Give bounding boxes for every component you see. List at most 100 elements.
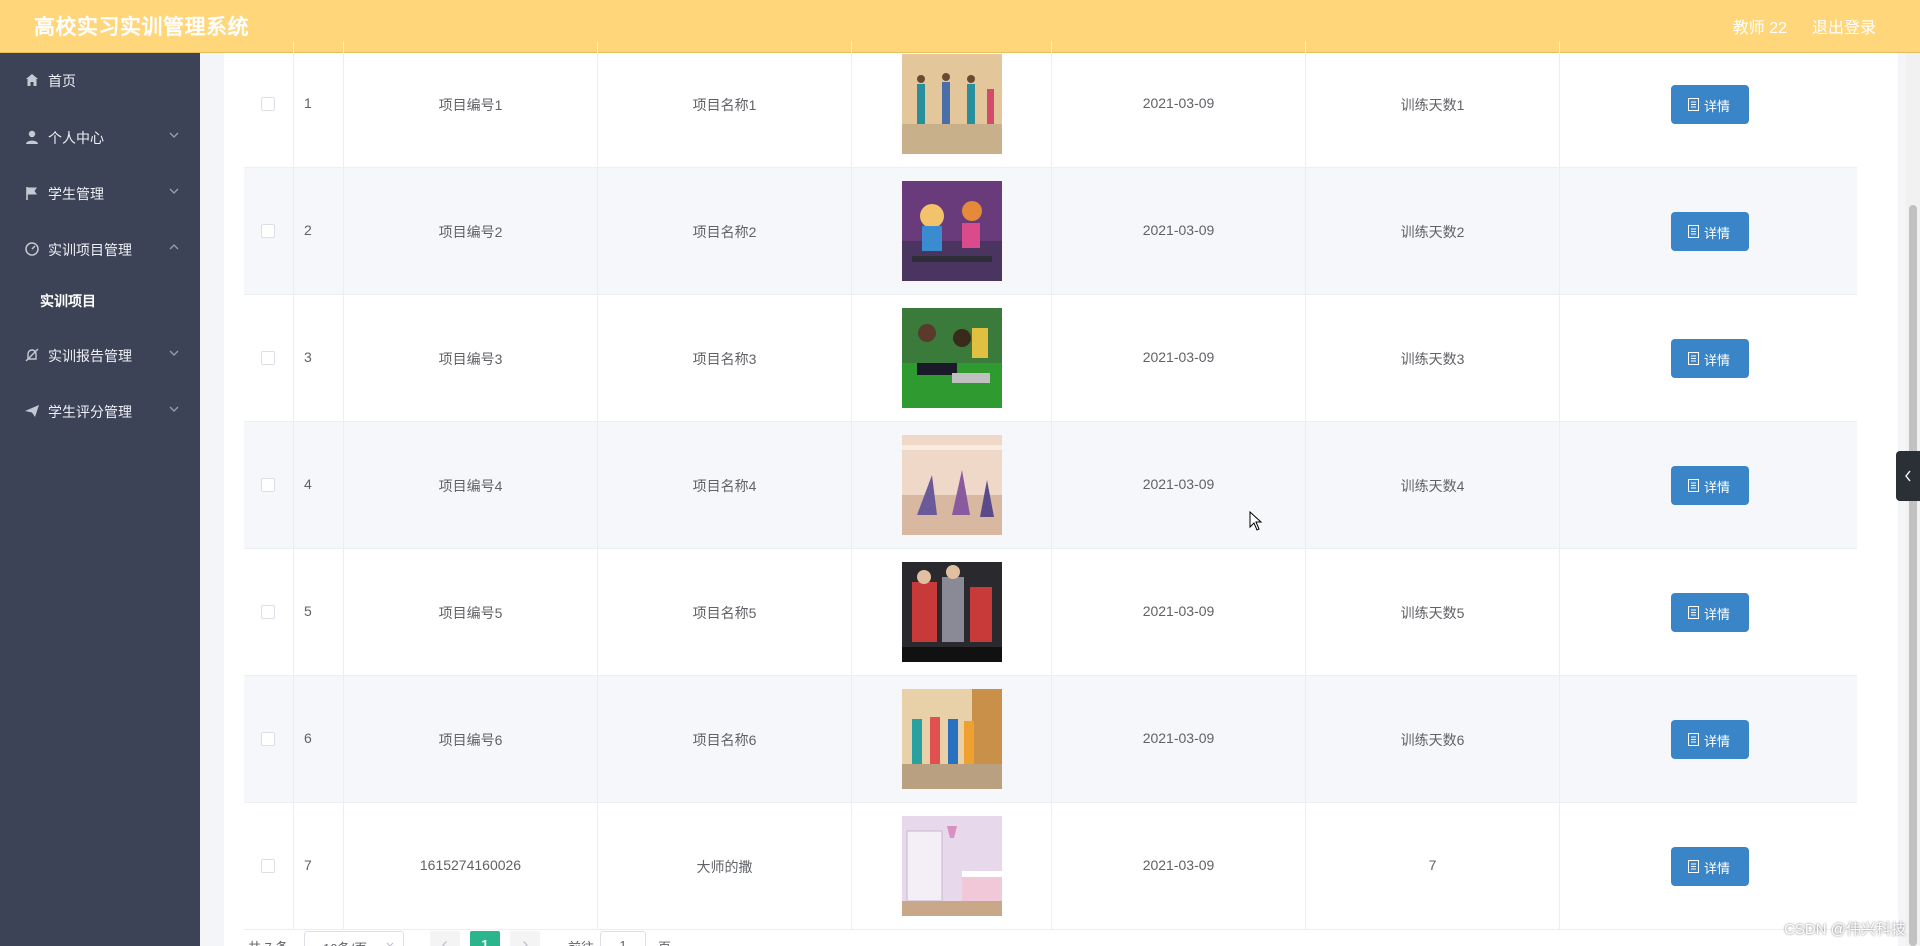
- project-code: 项目编号2: [438, 224, 503, 240]
- goto-label: 前往: [568, 937, 594, 946]
- code-cell: 项目编号6: [344, 676, 598, 803]
- training-days: 训练天数1: [1400, 97, 1465, 113]
- logout-link[interactable]: 退出登录: [1812, 14, 1876, 38]
- document-icon: [1688, 733, 1699, 746]
- chevron-left-icon: [1905, 470, 1911, 482]
- days-cell: 训练天数2: [1306, 168, 1560, 295]
- row-checkbox[interactable]: [261, 224, 275, 238]
- sidebar-item-report-management[interactable]: 实训报告管理: [0, 335, 200, 375]
- project-code: 项目编号5: [438, 605, 503, 621]
- name-cell: 项目名称3: [598, 295, 852, 422]
- action-cell: 详情: [1560, 549, 1857, 676]
- document-icon: [1688, 860, 1699, 873]
- action-cell: 详情: [1560, 295, 1857, 422]
- document-icon: [1688, 225, 1699, 238]
- image-cell: [852, 295, 1052, 422]
- sidebar-item-score-management[interactable]: 学生评分管理: [0, 391, 200, 431]
- image-cell: [852, 803, 1052, 930]
- select-cell: [244, 676, 294, 803]
- name-cell: 项目名称4: [598, 422, 852, 549]
- sidebar-item-label: 学生管理: [48, 186, 104, 202]
- page-size-value: 10条/页: [323, 938, 367, 946]
- main-area: 1 项目编号1 项目名称1 2021-03-09 训练天数1 详情 2 项目编号…: [200, 41, 1920, 946]
- bell-off-icon: [25, 348, 39, 362]
- project-date: 2021-03-09: [1142, 476, 1215, 492]
- detail-button-label: 详情: [1704, 861, 1731, 876]
- project-date: 2021-03-09: [1142, 349, 1215, 365]
- row-index: 5: [304, 603, 312, 619]
- page-size-select[interactable]: 10条/页: [304, 931, 404, 946]
- detail-button[interactable]: 详情: [1671, 847, 1749, 886]
- table-row: 5 项目编号5 项目名称5 2021-03-09 训练天数5 详情: [244, 549, 1857, 676]
- row-checkbox[interactable]: [261, 351, 275, 365]
- days-cell: 训练天数6: [1306, 676, 1560, 803]
- row-checkbox[interactable]: [261, 859, 275, 873]
- sidebar-item-student-management[interactable]: 学生管理: [0, 173, 200, 213]
- chevron-down-icon: [169, 406, 179, 412]
- index-cell: 1: [294, 41, 344, 168]
- date-cell: 2021-03-09: [1052, 422, 1306, 549]
- collapse-panel-tab[interactable]: [1896, 451, 1920, 501]
- goto-page-input[interactable]: [600, 931, 646, 946]
- days-cell: 训练天数4: [1306, 422, 1560, 549]
- sidebar-item-home[interactable]: 首页: [0, 60, 200, 100]
- code-cell: 项目编号1: [344, 41, 598, 168]
- index-cell: 6: [294, 676, 344, 803]
- table-row: 3 项目编号3 项目名称3 2021-03-09 训练天数3 详情: [244, 295, 1857, 422]
- image-cell: [852, 422, 1052, 549]
- detail-button-label: 详情: [1704, 480, 1731, 495]
- detail-button[interactable]: 详情: [1671, 85, 1749, 124]
- detail-button-label: 详情: [1704, 353, 1731, 368]
- sidebar-subitem-label: 实训项目: [40, 293, 96, 309]
- project-thumbnail: [902, 54, 1002, 154]
- name-cell: 大师的撒: [598, 803, 852, 930]
- detail-button[interactable]: 详情: [1671, 593, 1749, 632]
- project-name: 项目名称4: [692, 478, 757, 494]
- date-cell: 2021-03-09: [1052, 41, 1306, 168]
- project-thumbnail: [902, 562, 1002, 662]
- detail-button[interactable]: 详情: [1671, 339, 1749, 378]
- row-index: 2: [304, 222, 312, 238]
- row-checkbox[interactable]: [261, 97, 275, 111]
- table-row: 7 1615274160026 大师的撒 2021-03-09 7 详情: [244, 803, 1857, 930]
- code-cell: 项目编号4: [344, 422, 598, 549]
- table-row: 6 项目编号6 项目名称6 2021-03-09 训练天数6 详情: [244, 676, 1857, 803]
- date-cell: 2021-03-09: [1052, 168, 1306, 295]
- sidebar-subitem-projects[interactable]: 实训项目: [0, 280, 200, 320]
- action-cell: 详情: [1560, 803, 1857, 930]
- row-index: 7: [304, 857, 312, 873]
- index-cell: 3: [294, 295, 344, 422]
- detail-button[interactable]: 详情: [1671, 212, 1749, 251]
- row-checkbox[interactable]: [261, 605, 275, 619]
- select-cell: [244, 168, 294, 295]
- sidebar-item-personal-center[interactable]: 个人中心: [0, 117, 200, 157]
- chevron-down-icon: [169, 132, 179, 138]
- project-date: 2021-03-09: [1142, 603, 1215, 619]
- page-unit-label: 页: [658, 937, 671, 946]
- image-cell: [852, 676, 1052, 803]
- row-checkbox[interactable]: [261, 478, 275, 492]
- prev-page-button[interactable]: [430, 931, 460, 946]
- detail-button[interactable]: 详情: [1671, 466, 1749, 505]
- sidebar-item-project-management[interactable]: 实训项目管理: [0, 229, 200, 269]
- row-checkbox[interactable]: [261, 732, 275, 746]
- user-icon: [26, 130, 38, 144]
- date-cell: 2021-03-09: [1052, 295, 1306, 422]
- row-index: 3: [304, 349, 312, 365]
- days-cell: 训练天数3: [1306, 295, 1560, 422]
- document-icon: [1688, 98, 1699, 111]
- project-thumbnail: [902, 308, 1002, 408]
- index-cell: 4: [294, 422, 344, 549]
- row-index: 6: [304, 730, 312, 746]
- page-number-active[interactable]: 1: [470, 931, 500, 946]
- project-thumbnail: [902, 435, 1002, 535]
- sidebar-item-label: 实训报告管理: [48, 348, 132, 364]
- action-cell: 详情: [1560, 168, 1857, 295]
- detail-button[interactable]: 详情: [1671, 720, 1749, 759]
- table-row: 4 项目编号4 项目名称4 2021-03-09 训练天数4 详情: [244, 422, 1857, 549]
- row-index: 4: [304, 476, 312, 492]
- next-page-button[interactable]: [510, 931, 540, 946]
- days-cell: 7: [1306, 803, 1560, 930]
- scrollbar-thumb[interactable]: [1909, 205, 1917, 946]
- project-name: 项目名称6: [692, 732, 757, 748]
